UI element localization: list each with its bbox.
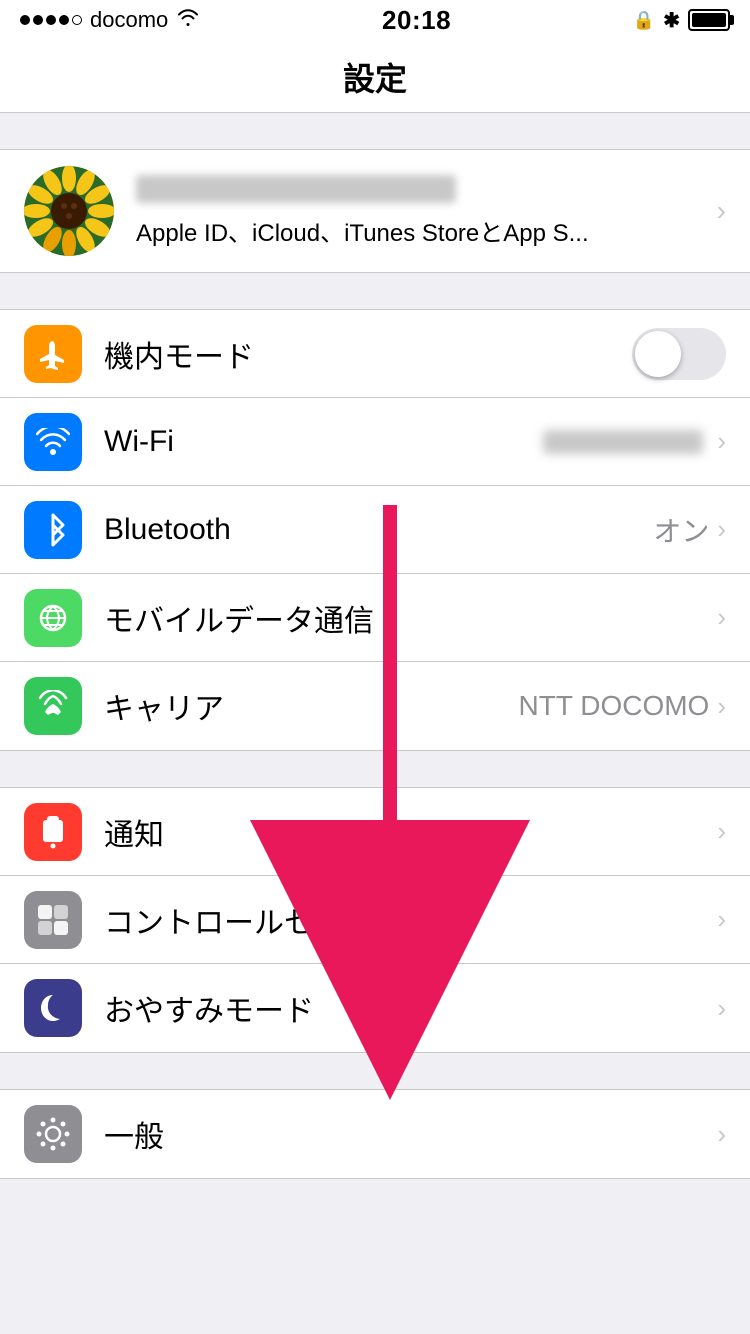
general-section: 一般 › xyxy=(0,1089,750,1179)
do-not-disturb-right: › xyxy=(717,993,726,1024)
profile-chevron-icon: › xyxy=(717,195,726,227)
signal-dots xyxy=(20,15,82,25)
profile-info: Apple ID、iCloud、iTunes StoreとApp S... xyxy=(136,175,717,248)
bluetooth-label: Bluetooth xyxy=(104,513,653,547)
profile-subtitle: Apple ID、iCloud、iTunes StoreとApp S... xyxy=(136,213,717,248)
status-right: 🔒 ✱ xyxy=(633,8,730,33)
do-not-disturb-row[interactable]: おやすみモード › xyxy=(0,964,750,1052)
wifi-status-icon xyxy=(176,7,200,33)
battery-fill xyxy=(692,13,726,27)
airplane-icon xyxy=(24,325,82,383)
status-left: docomo xyxy=(20,7,200,33)
signal-dot-4 xyxy=(59,15,69,25)
control-center-row[interactable]: コントロールセンター › xyxy=(0,876,750,964)
bluetooth-status-icon: ✱ xyxy=(663,8,680,33)
general-row[interactable]: 一般 › xyxy=(0,1090,750,1178)
wifi-value-blurred xyxy=(543,430,703,454)
gap-2 xyxy=(0,273,750,309)
bluetooth-row[interactable]: Bluetooth オン › xyxy=(0,486,750,574)
do-not-disturb-label: おやすみモード xyxy=(104,986,717,1030)
carrier-label: docomo xyxy=(90,7,168,33)
profile-row[interactable]: Apple ID、iCloud、iTunes StoreとApp S... › xyxy=(0,149,750,273)
signal-dot-3 xyxy=(46,15,56,25)
gap-1 xyxy=(0,113,750,149)
status-time: 20:18 xyxy=(382,5,451,36)
mobile-data-label: モバイルデータ通信 xyxy=(104,596,717,640)
network-section: 機内モード Wi-Fi › Bluetooth オン xyxy=(0,309,750,751)
wifi-row[interactable]: Wi-Fi › xyxy=(0,398,750,486)
do-not-disturb-chevron-icon: › xyxy=(717,993,726,1024)
lock-icon: 🔒 xyxy=(633,10,655,31)
control-center-icon xyxy=(24,891,82,949)
airplane-toggle[interactable] xyxy=(632,328,726,380)
bluetooth-value: オン xyxy=(653,510,709,550)
mobile-data-row[interactable]: モバイルデータ通信 › xyxy=(0,574,750,662)
mobile-data-chevron-icon: › xyxy=(717,602,726,633)
bluetooth-chevron-icon: › xyxy=(717,514,726,545)
status-bar: docomo 20:18 🔒 ✱ xyxy=(0,0,750,40)
notifications-chevron-icon: › xyxy=(717,816,726,847)
airplane-toggle-knob xyxy=(635,331,681,377)
wifi-label: Wi-Fi xyxy=(104,425,543,459)
airplane-row[interactable]: 機内モード xyxy=(0,310,750,398)
bluetooth-right: オン › xyxy=(653,510,726,550)
system-section: 通知 › コントロールセンター › おやすみモード › xyxy=(0,787,750,1053)
general-chevron-icon: › xyxy=(717,1119,726,1150)
carrier-chevron-icon: › xyxy=(717,691,726,722)
carrier-row[interactable]: キャリア NTT DOCOMO › xyxy=(0,662,750,750)
mobile-data-right: › xyxy=(717,602,726,633)
avatar xyxy=(24,166,114,256)
signal-dot-5 xyxy=(72,15,82,25)
gap-3 xyxy=(0,751,750,787)
profile-name-blurred xyxy=(136,175,456,203)
general-label: 一般 xyxy=(104,1112,717,1156)
wifi-chevron-icon: › xyxy=(717,426,726,457)
battery-indicator xyxy=(688,9,730,31)
control-center-label: コントロールセンター xyxy=(104,898,717,942)
carrier-right: NTT DOCOMO › xyxy=(519,690,726,722)
wifi-right: › xyxy=(543,426,726,457)
page-title: 設定 xyxy=(0,54,750,100)
notifications-row[interactable]: 通知 › xyxy=(0,788,750,876)
mobile-data-icon xyxy=(24,589,82,647)
control-center-right: › xyxy=(717,904,726,935)
airplane-label: 機内モード xyxy=(104,332,632,376)
carrier-label: キャリア xyxy=(104,684,519,728)
general-right: › xyxy=(717,1119,726,1150)
control-center-chevron-icon: › xyxy=(717,904,726,935)
wifi-icon xyxy=(24,413,82,471)
carrier-icon xyxy=(24,677,82,735)
page-title-bar: 設定 xyxy=(0,40,750,113)
bluetooth-icon xyxy=(24,501,82,559)
general-icon xyxy=(24,1105,82,1163)
do-not-disturb-icon xyxy=(24,979,82,1037)
notifications-right: › xyxy=(717,816,726,847)
signal-dot-2 xyxy=(33,15,43,25)
signal-dot-1 xyxy=(20,15,30,25)
gap-4 xyxy=(0,1053,750,1089)
notifications-icon xyxy=(24,803,82,861)
carrier-value: NTT DOCOMO xyxy=(519,690,710,722)
notifications-label: 通知 xyxy=(104,810,717,854)
